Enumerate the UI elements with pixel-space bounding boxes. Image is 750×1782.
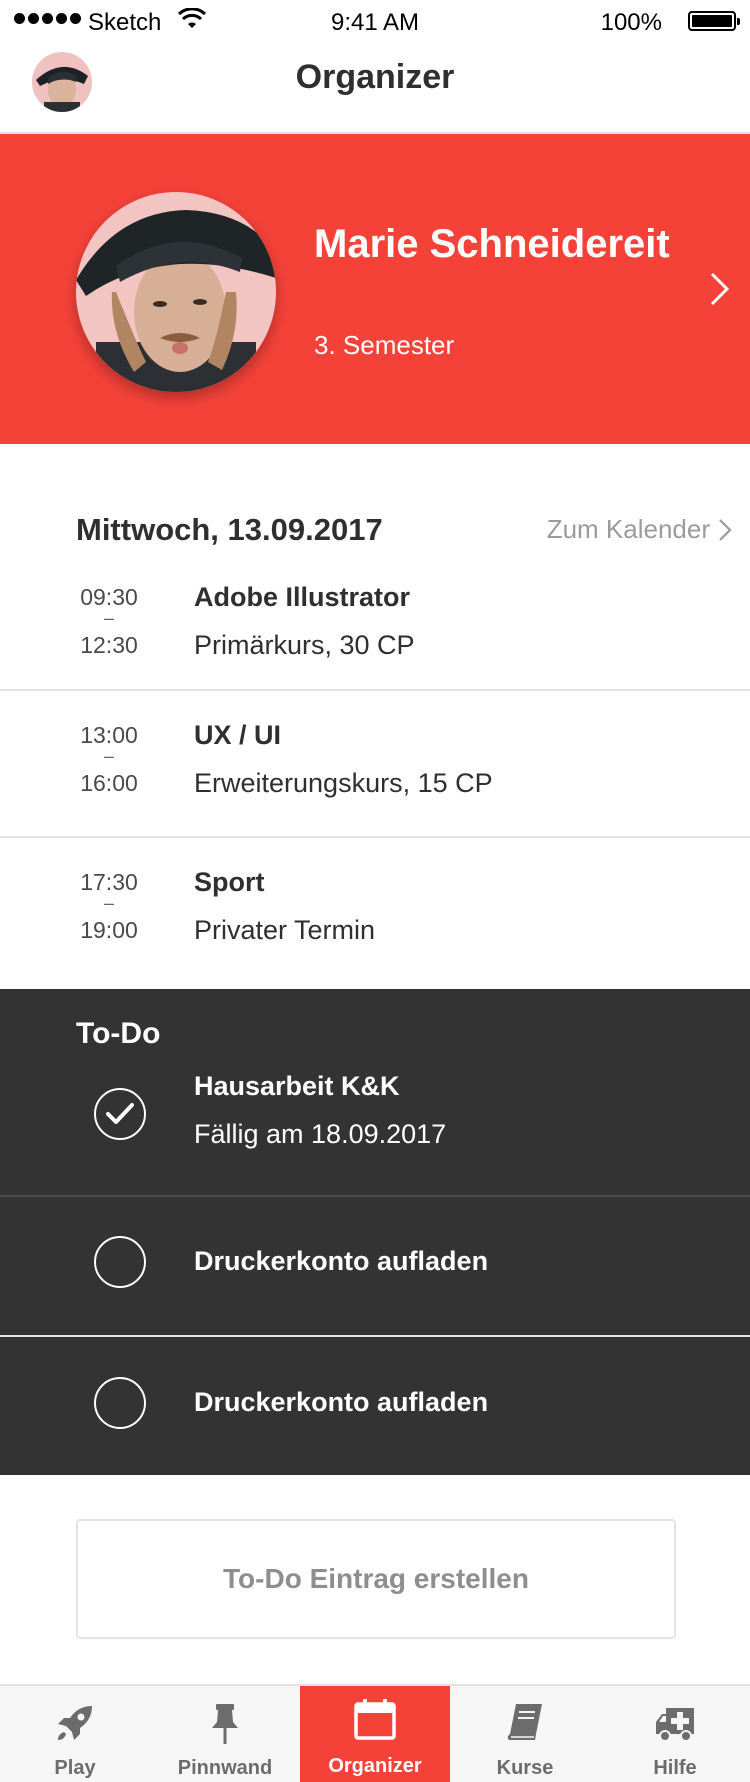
tab-label: Pinnwand: [177, 1757, 273, 1779]
tab-label: Play: [54, 1757, 96, 1779]
tab-label: Organizer: [328, 1755, 422, 1777]
schedule-event[interactable]: 09:30 – 12:30 Adobe Illustrator Primärku…: [0, 576, 750, 690]
tab-kurse[interactable]: Kurse: [450, 1686, 600, 1782]
todo-item[interactable]: Druckerkonto aufladen: [0, 1197, 750, 1327]
todo-item[interactable]: Hausarbeit K&K Fällig am 18.09.2017: [0, 1071, 750, 1185]
rocket-icon: [58, 1706, 92, 1740]
pushpin-icon: [212, 1704, 238, 1744]
profile-card[interactable]: Marie Schneidereit 3. Semester: [0, 134, 750, 444]
page-title: Organizer: [295, 58, 455, 96]
todo-checkbox[interactable]: [94, 1236, 146, 1288]
profile-avatar: [76, 192, 276, 392]
event-title: Adobe Illustrator: [194, 582, 411, 612]
nav-bar: Organizer: [0, 44, 750, 134]
event-title: UX / UI: [194, 720, 282, 750]
todo-due-date: Fällig am 18.09.2017: [194, 1119, 447, 1149]
event-time-dash: –: [103, 608, 114, 628]
profile-semester: 3. Semester: [314, 330, 455, 360]
event-subtitle: Primärkurs, 30 CP: [194, 630, 415, 660]
tab-play[interactable]: Play: [0, 1686, 150, 1782]
schedule-event[interactable]: 17:30 – 19:00 Sport Privater Termin: [0, 861, 750, 981]
chevron-right-icon: [719, 518, 732, 541]
calendar-link[interactable]: Zum Kalender: [547, 514, 732, 545]
status-bar: Sketch 9:41 AM 100%: [0, 0, 750, 44]
ambulance-icon: [656, 1708, 694, 1742]
todo-item[interactable]: Druckerkonto aufladen: [0, 1337, 750, 1475]
divider: [0, 689, 750, 691]
tab-label: Hilfe: [653, 1757, 697, 1779]
event-subtitle: Erweiterungskurs, 15 CP: [194, 768, 493, 798]
event-subtitle: Privater Termin: [194, 915, 376, 945]
todo-label: Druckerkonto aufladen: [194, 1387, 489, 1417]
event-time-dash: –: [103, 746, 114, 766]
battery-icon: [688, 11, 740, 31]
event-end-time: 16:00: [80, 770, 138, 796]
tab-organizer[interactable]: Organizer: [300, 1686, 450, 1782]
profile-name: Marie Schneidereit: [314, 222, 670, 266]
event-end-time: 12:30: [80, 632, 138, 658]
create-todo-button[interactable]: To-Do Eintrag erstellen: [76, 1519, 676, 1639]
tab-bar: Play Pinnwand Organizer Kurse Hilfe: [0, 1684, 750, 1782]
event-time-dash: –: [103, 893, 114, 913]
schedule-event[interactable]: 13:00 – 16:00 UX / UI Erweiterungskurs, …: [0, 714, 750, 834]
battery-percentage: 100%: [600, 9, 662, 36]
event-time-range: 09:30 – 12:30: [56, 582, 162, 660]
event-title: Sport: [194, 867, 265, 897]
tab-pinnwand[interactable]: Pinnwand: [150, 1686, 300, 1782]
tab-label: Kurse: [496, 1757, 554, 1779]
todo-panel: To-Do Hausarbeit K&K Fällig am 18.09.201…: [0, 989, 750, 1475]
todo-title: To-Do: [76, 1017, 161, 1050]
divider: [0, 836, 750, 838]
tab-hilfe[interactable]: Hilfe: [600, 1686, 750, 1782]
event-end-time: 19:00: [80, 917, 138, 943]
chevron-right-icon[interactable]: [708, 270, 732, 308]
book-icon: [507, 1704, 542, 1740]
calendar-link-label: Zum Kalender: [546, 514, 710, 544]
calendar-icon: [354, 1699, 396, 1740]
event-time-range: 13:00 – 16:00: [56, 720, 162, 798]
checkmark-icon: [106, 1103, 134, 1124]
todo-label: Druckerkonto aufladen: [194, 1246, 489, 1276]
todo-label: Hausarbeit K&K: [194, 1071, 400, 1101]
event-time-range: 17:30 – 19:00: [56, 867, 162, 945]
todo-checkbox-checked[interactable]: [94, 1088, 146, 1140]
todo-checkbox[interactable]: [94, 1377, 146, 1429]
schedule-date: Mittwoch, 13.09.2017: [76, 512, 383, 547]
